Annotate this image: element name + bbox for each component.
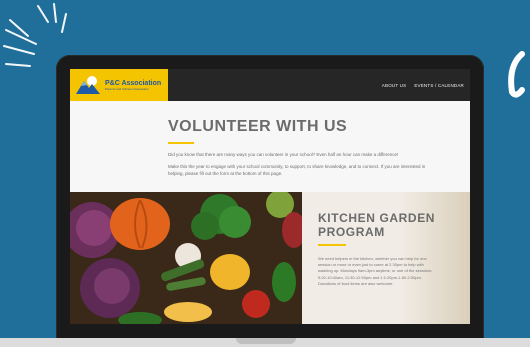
laptop-screen: P&C Association Parents and Citizens Ass… xyxy=(70,69,470,324)
intro-paragraph: Did you know that there are many ways yo… xyxy=(168,152,399,157)
nav-events-calendar[interactable]: EVENTS / CALENDAR xyxy=(414,83,464,88)
kitchen-garden-section: KITCHEN GARDEN PROGRAM We need helpers i… xyxy=(302,192,470,324)
kitchen-title-underline xyxy=(318,244,346,246)
volunteer-section: VOLUNTEER WITH US Did you know that ther… xyxy=(70,101,470,192)
logo-subtitle: Parents and Citizens Association xyxy=(105,86,149,91)
vegetables-photo xyxy=(70,192,302,324)
laptop-notch xyxy=(236,338,296,344)
nav-about-us[interactable]: ABOUT US xyxy=(382,83,407,88)
site-header: P&C Association Parents and Citizens Ass… xyxy=(70,69,470,101)
logo-title: P&C Association xyxy=(105,79,162,87)
main-nav: ABOUT US EVENTS / CALENDAR xyxy=(382,69,464,101)
engage-paragraph: Make this the year to engage with your s… xyxy=(168,164,426,176)
mountain-sun-logo-icon xyxy=(76,76,100,94)
kitchen-garden-text: We need helpers in the kitchen, whether … xyxy=(318,256,433,286)
vegetables-illustration xyxy=(70,192,302,324)
kitchen-garden-title: KITCHEN GARDEN PROGRAM xyxy=(318,211,436,239)
title-underline xyxy=(168,142,194,144)
site-logo[interactable]: P&C Association Parents and Citizens Ass… xyxy=(70,69,168,101)
page-title: VOLUNTEER WITH US xyxy=(168,118,348,135)
